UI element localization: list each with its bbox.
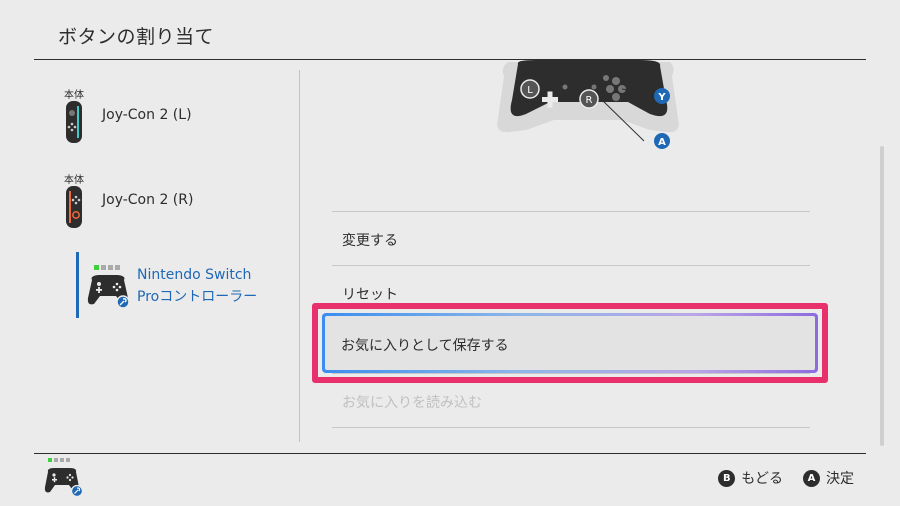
y-button-callout: Y xyxy=(657,92,666,103)
r-stick-label: R xyxy=(586,95,593,106)
controller-name: Joy-Con 2 (L) xyxy=(102,107,192,123)
confirm-label: 決定 xyxy=(826,471,854,487)
header: ボタンの割り当て xyxy=(0,0,900,60)
joycon-l-icon xyxy=(66,101,82,143)
controller-illustration: L R Y A xyxy=(497,60,679,149)
scrollbar[interactable] xyxy=(880,146,884,446)
footer-divider xyxy=(34,453,866,454)
menu-item-change[interactable]: 変更する xyxy=(332,212,810,265)
a-button-icon: A xyxy=(803,469,820,487)
pro-controller-icon xyxy=(87,265,130,309)
console-badge: 本体 xyxy=(64,175,84,186)
back-label: もどる xyxy=(741,471,783,487)
page-title: ボタンの割り当て xyxy=(58,26,215,48)
controller-name: Nintendo Switch Proコントローラー xyxy=(137,267,258,305)
sidebar-item-joycon-r[interactable]: 本体 Joy-Con 2 (R) xyxy=(42,171,262,243)
sidebar-divider xyxy=(299,70,300,442)
active-controller-icon xyxy=(44,458,84,498)
confirm-hint[interactable]: A 決定 xyxy=(803,468,854,488)
b-button-icon: B xyxy=(718,469,736,487)
console-badge: 本体 xyxy=(64,90,84,101)
menu-item-label: お気に入りとして保存する xyxy=(341,338,509,354)
l-stick-label: L xyxy=(527,85,533,96)
header-divider xyxy=(34,59,866,60)
a-button-callout: A xyxy=(658,137,666,148)
sidebar-item-joycon-l[interactable]: 本体 Joy-Con 2 (L) xyxy=(42,86,262,158)
sidebar-item-pro-controller[interactable]: Nintendo Switch Proコントローラー xyxy=(42,262,262,334)
menu-item-save-favorite[interactable]: お気に入りとして保存する xyxy=(322,313,818,373)
back-hint[interactable]: B もどる xyxy=(718,468,783,488)
footer-hints: B もどる A 決定 xyxy=(718,468,854,488)
controller-name: Joy-Con 2 (R) xyxy=(102,192,194,208)
menu-divider xyxy=(332,427,810,428)
joycon-r-icon xyxy=(66,186,82,228)
